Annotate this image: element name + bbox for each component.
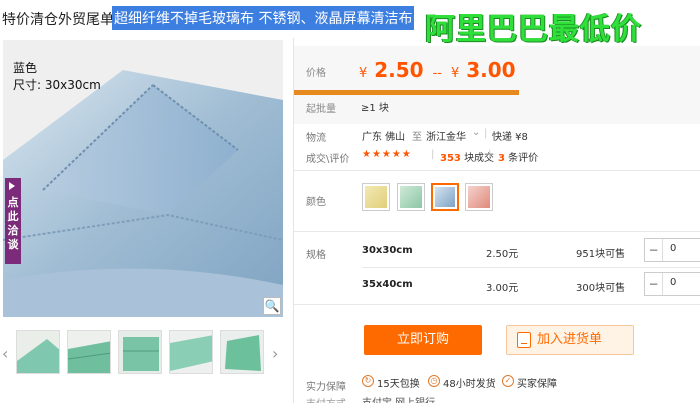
divider-bar: | (431, 149, 435, 160)
moq-label: 起批量 (306, 104, 336, 115)
title-highlighted: 超细纤维不掉毛玻璃布 不锈钢、液晶屏幕清洁布 (112, 6, 415, 30)
spec-label: 规格 (306, 250, 326, 261)
price-separator: -- (432, 66, 442, 81)
spec-row-2-stock: 300块可售 (576, 283, 626, 294)
service-exchange[interactable]: ↻ 15天包换 (362, 375, 420, 390)
swatch-blue[interactable] (431, 183, 459, 211)
price-range: ¥ 2.50 -- ¥ 3.00 (359, 58, 516, 82)
chat-side-tab[interactable]: 点此洽谈 (5, 178, 21, 264)
service-shipping-label: 48小时发货 (443, 379, 496, 390)
logistics-to-word: 至 (412, 132, 422, 143)
title-prefix: 特价清仓外贸尾单 (2, 12, 114, 28)
color-label: 颜色 (306, 197, 326, 208)
swatch-green[interactable] (397, 183, 425, 211)
reviews-label: 成交\评价 (306, 154, 350, 165)
logistics-from: 广东 佛山 (362, 132, 406, 143)
quantity-stepper-2[interactable]: − 0 (644, 272, 700, 296)
moq-value: ≥1 块 (361, 103, 389, 114)
clipboard-icon (517, 332, 531, 348)
review-info[interactable]: 3 条评价 (498, 149, 538, 164)
exchange-icon: ↻ (362, 375, 374, 387)
section-divider (294, 304, 700, 305)
service-shipping[interactable]: ◷ 48小时发货 (428, 375, 496, 390)
product-info-panel: 价格 ¥ 2.50 -- ¥ 3.00 起批量 ≥1 块 物流 广东 佛山 至 … (293, 38, 700, 403)
spec-row-2-name: 35x40cm (362, 279, 413, 290)
order-now-button[interactable]: 立即订购 (364, 325, 482, 355)
currency-symbol-2: ¥ (450, 66, 460, 81)
spec-row-2-price: 3.00元 (486, 283, 519, 294)
quantity-input[interactable]: 0 (670, 243, 676, 254)
divider-bar: | (488, 149, 492, 160)
logistics-destination[interactable]: 浙江金华 (426, 128, 466, 143)
add-to-cart-button[interactable]: 加入进货单 (506, 325, 634, 355)
express-fee: 快递 ¥8 (492, 132, 528, 143)
play-arrow-icon (9, 182, 15, 190)
product-title-bar: 特价清仓外贸尾单 超细纤维不掉毛玻璃布 不锈钢、液晶屏幕清洁布 阿里巴巴最低价 (0, 0, 700, 47)
payment-label: 支付方式 (306, 395, 346, 403)
currency-symbol: ¥ (359, 66, 368, 81)
row-divider (362, 267, 700, 268)
service-guarantee-label: 买家保障 (517, 379, 557, 390)
add-to-cart-label: 加入进货单 (537, 332, 603, 347)
price-box: 价格 ¥ 2.50 -- ¥ 3.00 起批量 ≥1 块 (294, 46, 700, 124)
thumbnail-4[interactable] (169, 330, 213, 374)
deals-count: 353 (440, 153, 461, 164)
payment-methods: 支付宝 网上银行 (362, 394, 435, 403)
thumbnail-2[interactable] (67, 330, 111, 374)
logistics-label: 物流 (306, 133, 326, 144)
magnifier-icon[interactable]: 🔍 (263, 297, 281, 315)
chat-side-tab-label: 点此洽谈 (7, 196, 19, 251)
thumbnail-5[interactable] (220, 330, 264, 374)
service-exchange-label: 15天包换 (377, 379, 420, 390)
thumbnail-strip: ‹ › (0, 330, 290, 376)
quantity-input[interactable]: 0 (670, 277, 676, 288)
swatch-yellow[interactable] (362, 183, 390, 211)
swatch-pink[interactable] (465, 183, 493, 211)
thumbnail-1[interactable] (16, 330, 60, 374)
review-text: 条评价 (508, 153, 539, 164)
spec-row-1-name: 30x30cm (362, 245, 413, 256)
services-label: 实力保障 (306, 382, 346, 393)
quantity-stepper-1[interactable]: − 0 (644, 238, 700, 262)
spec-row-1-stock: 951块可售 (576, 249, 626, 260)
image-caption: 蓝色 尺寸: 30x30cm (13, 60, 101, 94)
minus-button[interactable]: − (645, 273, 663, 295)
minus-button[interactable]: − (645, 239, 663, 261)
caption-size: 尺寸: 30x30cm (13, 78, 101, 92)
thumbs-next-icon[interactable]: › (272, 344, 278, 363)
thumbs-prev-icon[interactable]: ‹ (2, 344, 8, 363)
spec-row-1-price: 2.50元 (486, 249, 519, 260)
section-divider (294, 170, 700, 171)
service-guarantee[interactable]: ✓ 买家保障 (502, 375, 557, 390)
section-divider (294, 231, 700, 232)
shield-icon: ✓ (502, 375, 514, 387)
review-count: 3 (498, 153, 505, 164)
clock-icon: ◷ (428, 375, 440, 387)
price-underline (294, 90, 519, 95)
divider-bar: | (484, 128, 488, 139)
caption-color: 蓝色 (13, 61, 38, 75)
price-high: 3.00 (466, 58, 516, 82)
deals-info[interactable]: 353 块成交 (440, 149, 494, 164)
price-low: 2.50 (374, 58, 424, 82)
thumbnail-3[interactable] (118, 330, 162, 374)
rating-stars: ★★★★★ (362, 149, 412, 160)
price-label: 价格 (306, 68, 326, 79)
main-product-image[interactable]: 蓝色 尺寸: 30x30cm 🔍 (3, 40, 283, 317)
chevron-down-icon[interactable]: ⌄ (472, 127, 480, 138)
